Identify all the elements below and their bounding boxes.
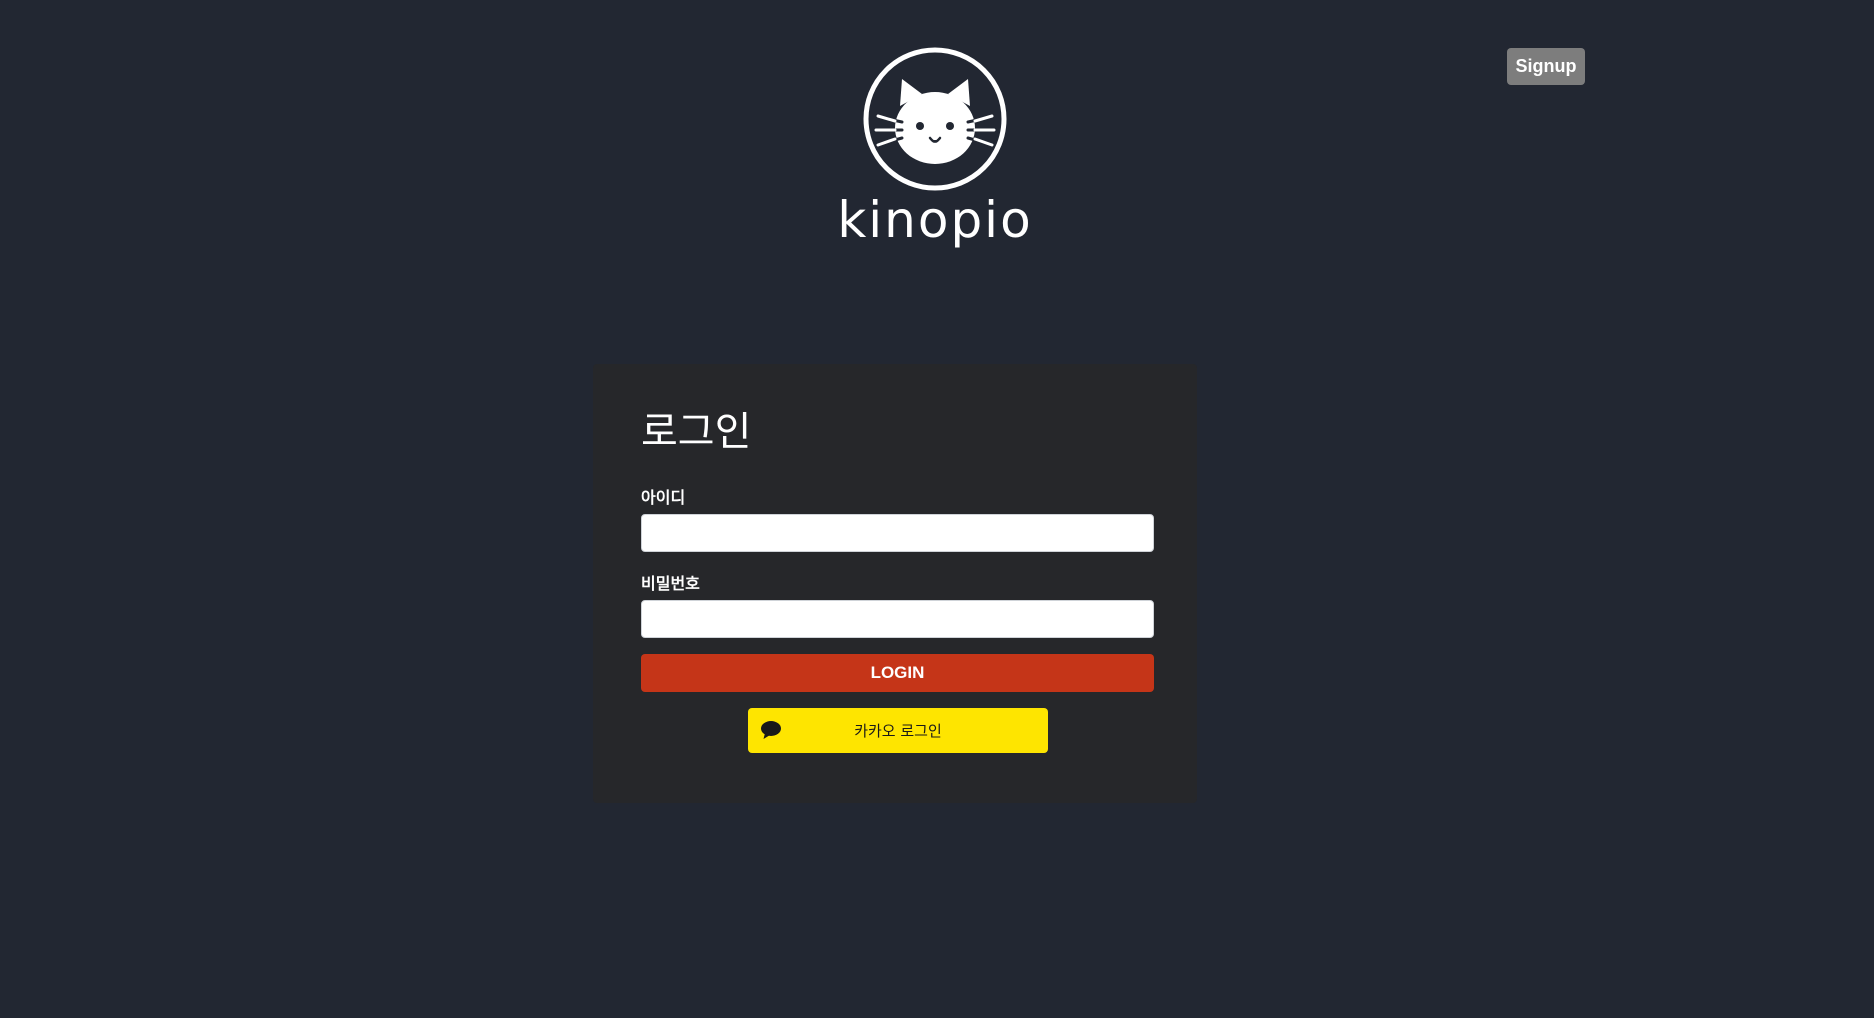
kakao-login-button[interactable]: 카카오 로그인 <box>748 708 1048 753</box>
id-input[interactable] <box>641 514 1154 552</box>
login-title: 로그인 <box>641 409 752 455</box>
signup-button[interactable]: Signup <box>1507 48 1585 85</box>
password-label: 비밀번호 <box>641 574 700 593</box>
cat-face-icon <box>863 47 1007 191</box>
speech-bubble-icon <box>761 721 781 739</box>
kakao-login-label: 카카오 로그인 <box>854 722 942 740</box>
password-input[interactable] <box>641 600 1154 638</box>
login-button[interactable]: LOGIN <box>641 654 1154 692</box>
logo-text: kinopio <box>837 191 1033 249</box>
login-page: Signup kinopio 로그인 아이디 비밀번호 LOGIN 카카오 로그… <box>0 0 1874 1018</box>
id-label: 아이디 <box>641 488 686 507</box>
login-card: 로그인 아이디 비밀번호 LOGIN 카카오 로그인 <box>593 364 1197 803</box>
logo[interactable]: kinopio <box>835 46 1035 256</box>
